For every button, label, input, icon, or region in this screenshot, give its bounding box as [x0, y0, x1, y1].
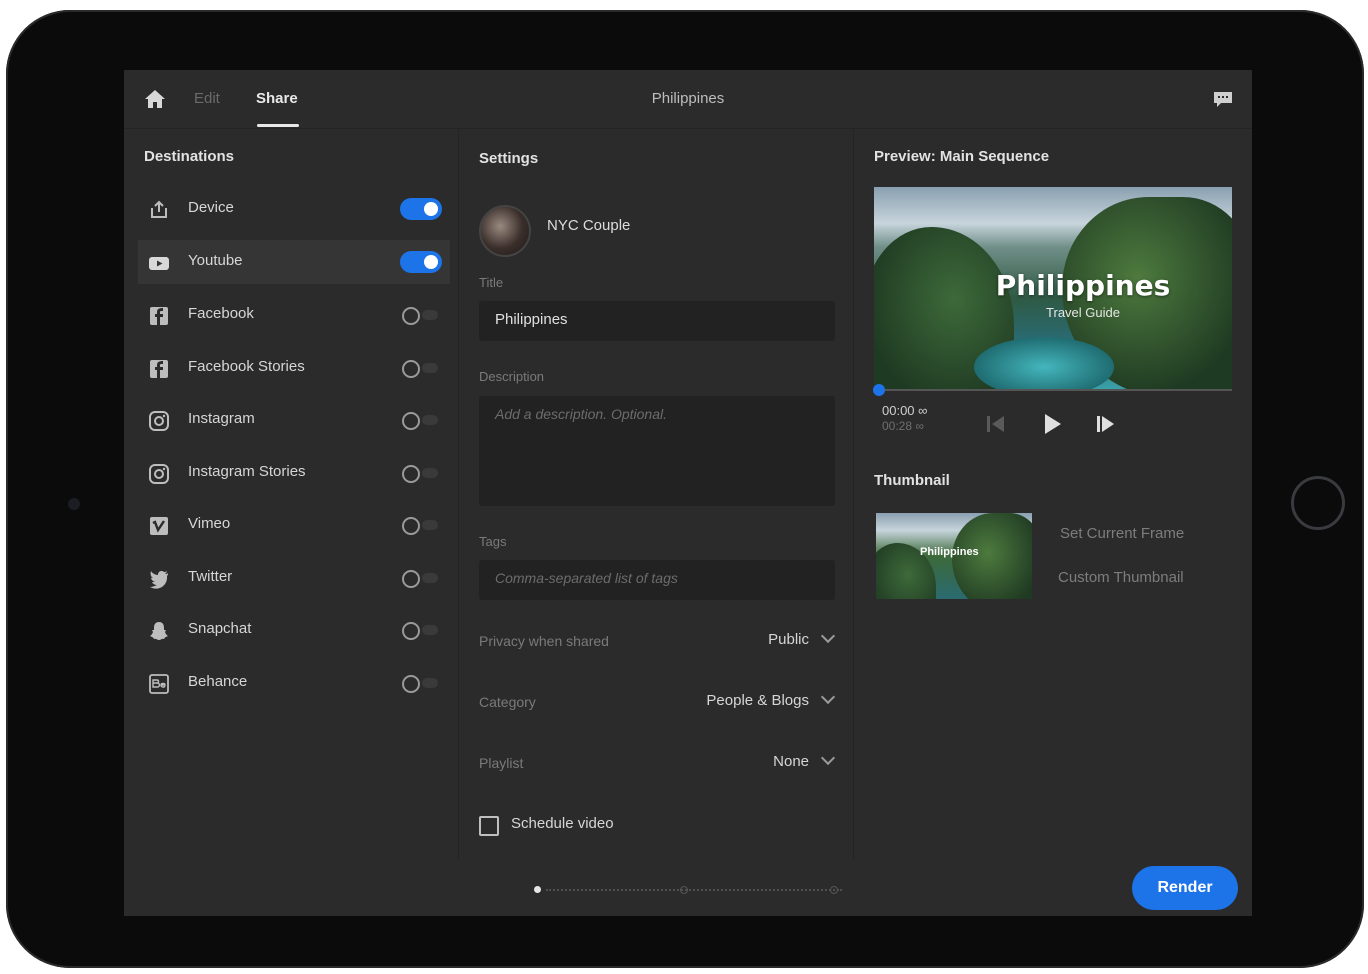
destination-toggle[interactable] — [400, 514, 442, 536]
destination-toggle[interactable] — [400, 672, 442, 694]
step-back-icon[interactable] — [982, 411, 1010, 437]
destination-label: Behance — [188, 673, 248, 690]
instagram-icon — [149, 411, 169, 431]
destination-toggle[interactable] — [400, 357, 442, 379]
avatar[interactable] — [479, 205, 531, 257]
total-time: 00:28 ∞ — [882, 419, 924, 433]
destination-youtube[interactable]: Youtube — [138, 240, 450, 284]
playlist-value: None — [773, 753, 809, 770]
destination-twitter[interactable]: Twitter — [138, 556, 450, 600]
privacy-dropdown[interactable]: Public — [768, 628, 836, 648]
destination-behance[interactable]: Behance — [138, 661, 450, 705]
progress-dot — [830, 886, 838, 894]
facebook-icon — [150, 307, 168, 325]
destination-facebook[interactable]: Facebook — [138, 293, 450, 337]
thumbnail-title-text: Philippines — [920, 546, 979, 558]
destination-label: Vimeo — [188, 515, 231, 532]
settings-panel: Settings NYC Couple Title Philippines De… — [459, 129, 854, 859]
preview-video-title: Philippines — [995, 269, 1171, 302]
youtube-icon — [149, 257, 169, 270]
schedule-checkbox[interactable] — [479, 816, 499, 836]
playhead[interactable] — [873, 384, 885, 396]
top-bar: Edit Share Philippines — [124, 70, 1252, 129]
destination-snapchat[interactable]: Snapchat — [138, 608, 450, 652]
thumbnail-image[interactable]: Philippines — [876, 513, 1032, 599]
app-screen: Edit Share Philippines Destinations Devi… — [124, 70, 1252, 916]
privacy-value: Public — [768, 631, 809, 648]
chevron-down-icon — [820, 750, 836, 766]
destination-vimeo[interactable]: Vimeo — [138, 503, 450, 547]
destination-label: Instagram Stories — [188, 463, 306, 480]
behance-icon — [149, 674, 169, 694]
vimeo-icon — [150, 517, 168, 535]
custom-thumbnail-button[interactable]: Custom Thumbnail — [1058, 569, 1184, 586]
destination-label: Twitter — [188, 568, 233, 585]
play-icon[interactable] — [1038, 411, 1066, 437]
destination-label: Instagram — [188, 410, 255, 427]
feedback-icon[interactable] — [1212, 90, 1234, 110]
destination-instagram[interactable]: Instagram — [138, 398, 450, 442]
chevron-down-icon — [820, 689, 836, 705]
home-button — [1291, 476, 1345, 530]
destination-toggle[interactable] — [400, 567, 442, 589]
playlist-label: Playlist — [479, 755, 524, 771]
video-preview[interactable]: Philippines Travel Guide — [874, 187, 1232, 389]
destination-device[interactable]: Device — [138, 187, 450, 231]
destination-instagram-stories[interactable]: Instagram Stories — [138, 451, 450, 495]
destination-toggle[interactable] — [400, 409, 442, 431]
category-value: People & Blogs — [706, 692, 809, 709]
destination-toggle[interactable] — [400, 462, 442, 484]
project-title: Philippines — [651, 90, 725, 107]
settings-title: Settings — [479, 150, 539, 167]
facebook-icon — [150, 360, 168, 378]
destinations-panel: Destinations Device Youtube Facebook Fac… — [124, 129, 459, 859]
destination-label: Facebook — [188, 305, 254, 322]
step-forward-icon[interactable] — [1092, 411, 1120, 437]
title-field[interactable]: Philippines — [479, 301, 835, 341]
progress-track — [546, 889, 842, 891]
thumbnail-title: Thumbnail — [874, 472, 950, 489]
destination-label: Device — [188, 199, 234, 216]
progress-dot — [680, 886, 688, 894]
preview-video-subtitle: Travel Guide — [1046, 305, 1120, 320]
progress-current-dot — [534, 886, 541, 893]
destination-toggle[interactable] — [400, 304, 442, 326]
destination-facebook-stories[interactable]: Facebook Stories — [138, 346, 450, 390]
preview-panel: Preview: Main Sequence Philippines Trave… — [854, 129, 1252, 859]
destination-toggle[interactable] — [400, 251, 442, 273]
category-label: Category — [479, 694, 536, 710]
preview-title: Preview: Main Sequence — [874, 148, 1050, 165]
front-camera — [68, 498, 80, 510]
instagram-icon — [149, 464, 169, 484]
twitter-icon — [150, 571, 168, 589]
category-dropdown[interactable]: People & Blogs — [706, 689, 836, 709]
tags-field[interactable]: Comma-separated list of tags — [479, 560, 835, 600]
active-tab-indicator — [257, 124, 299, 127]
render-button[interactable]: Render — [1132, 866, 1238, 910]
set-current-frame-button[interactable]: Set Current Frame — [1060, 525, 1184, 542]
device-export-icon — [151, 200, 167, 218]
description-field[interactable]: Add a description. Optional. — [479, 396, 835, 506]
preview-image-detail — [974, 337, 1114, 389]
schedule-label[interactable]: Schedule video — [511, 815, 614, 832]
chevron-down-icon — [820, 628, 836, 644]
account-name: NYC Couple — [547, 217, 631, 234]
playlist-dropdown[interactable]: None — [773, 750, 836, 770]
destination-toggle[interactable] — [400, 198, 442, 220]
page-progress-indicator — [534, 886, 844, 894]
scrub-bar[interactable] — [874, 389, 1232, 391]
tags-label: Tags — [479, 534, 507, 549]
destination-toggle[interactable] — [400, 619, 442, 641]
destination-label: Facebook Stories — [188, 358, 305, 375]
destination-label: Snapchat — [188, 620, 252, 637]
privacy-label: Privacy when shared — [479, 633, 609, 649]
title-label: Title — [479, 275, 504, 290]
snapchat-icon — [150, 622, 168, 640]
destination-label: Youtube — [188, 252, 243, 269]
current-time: 00:00 ∞ — [882, 403, 928, 418]
destinations-title: Destinations — [144, 148, 235, 165]
description-label: Description — [479, 369, 545, 384]
